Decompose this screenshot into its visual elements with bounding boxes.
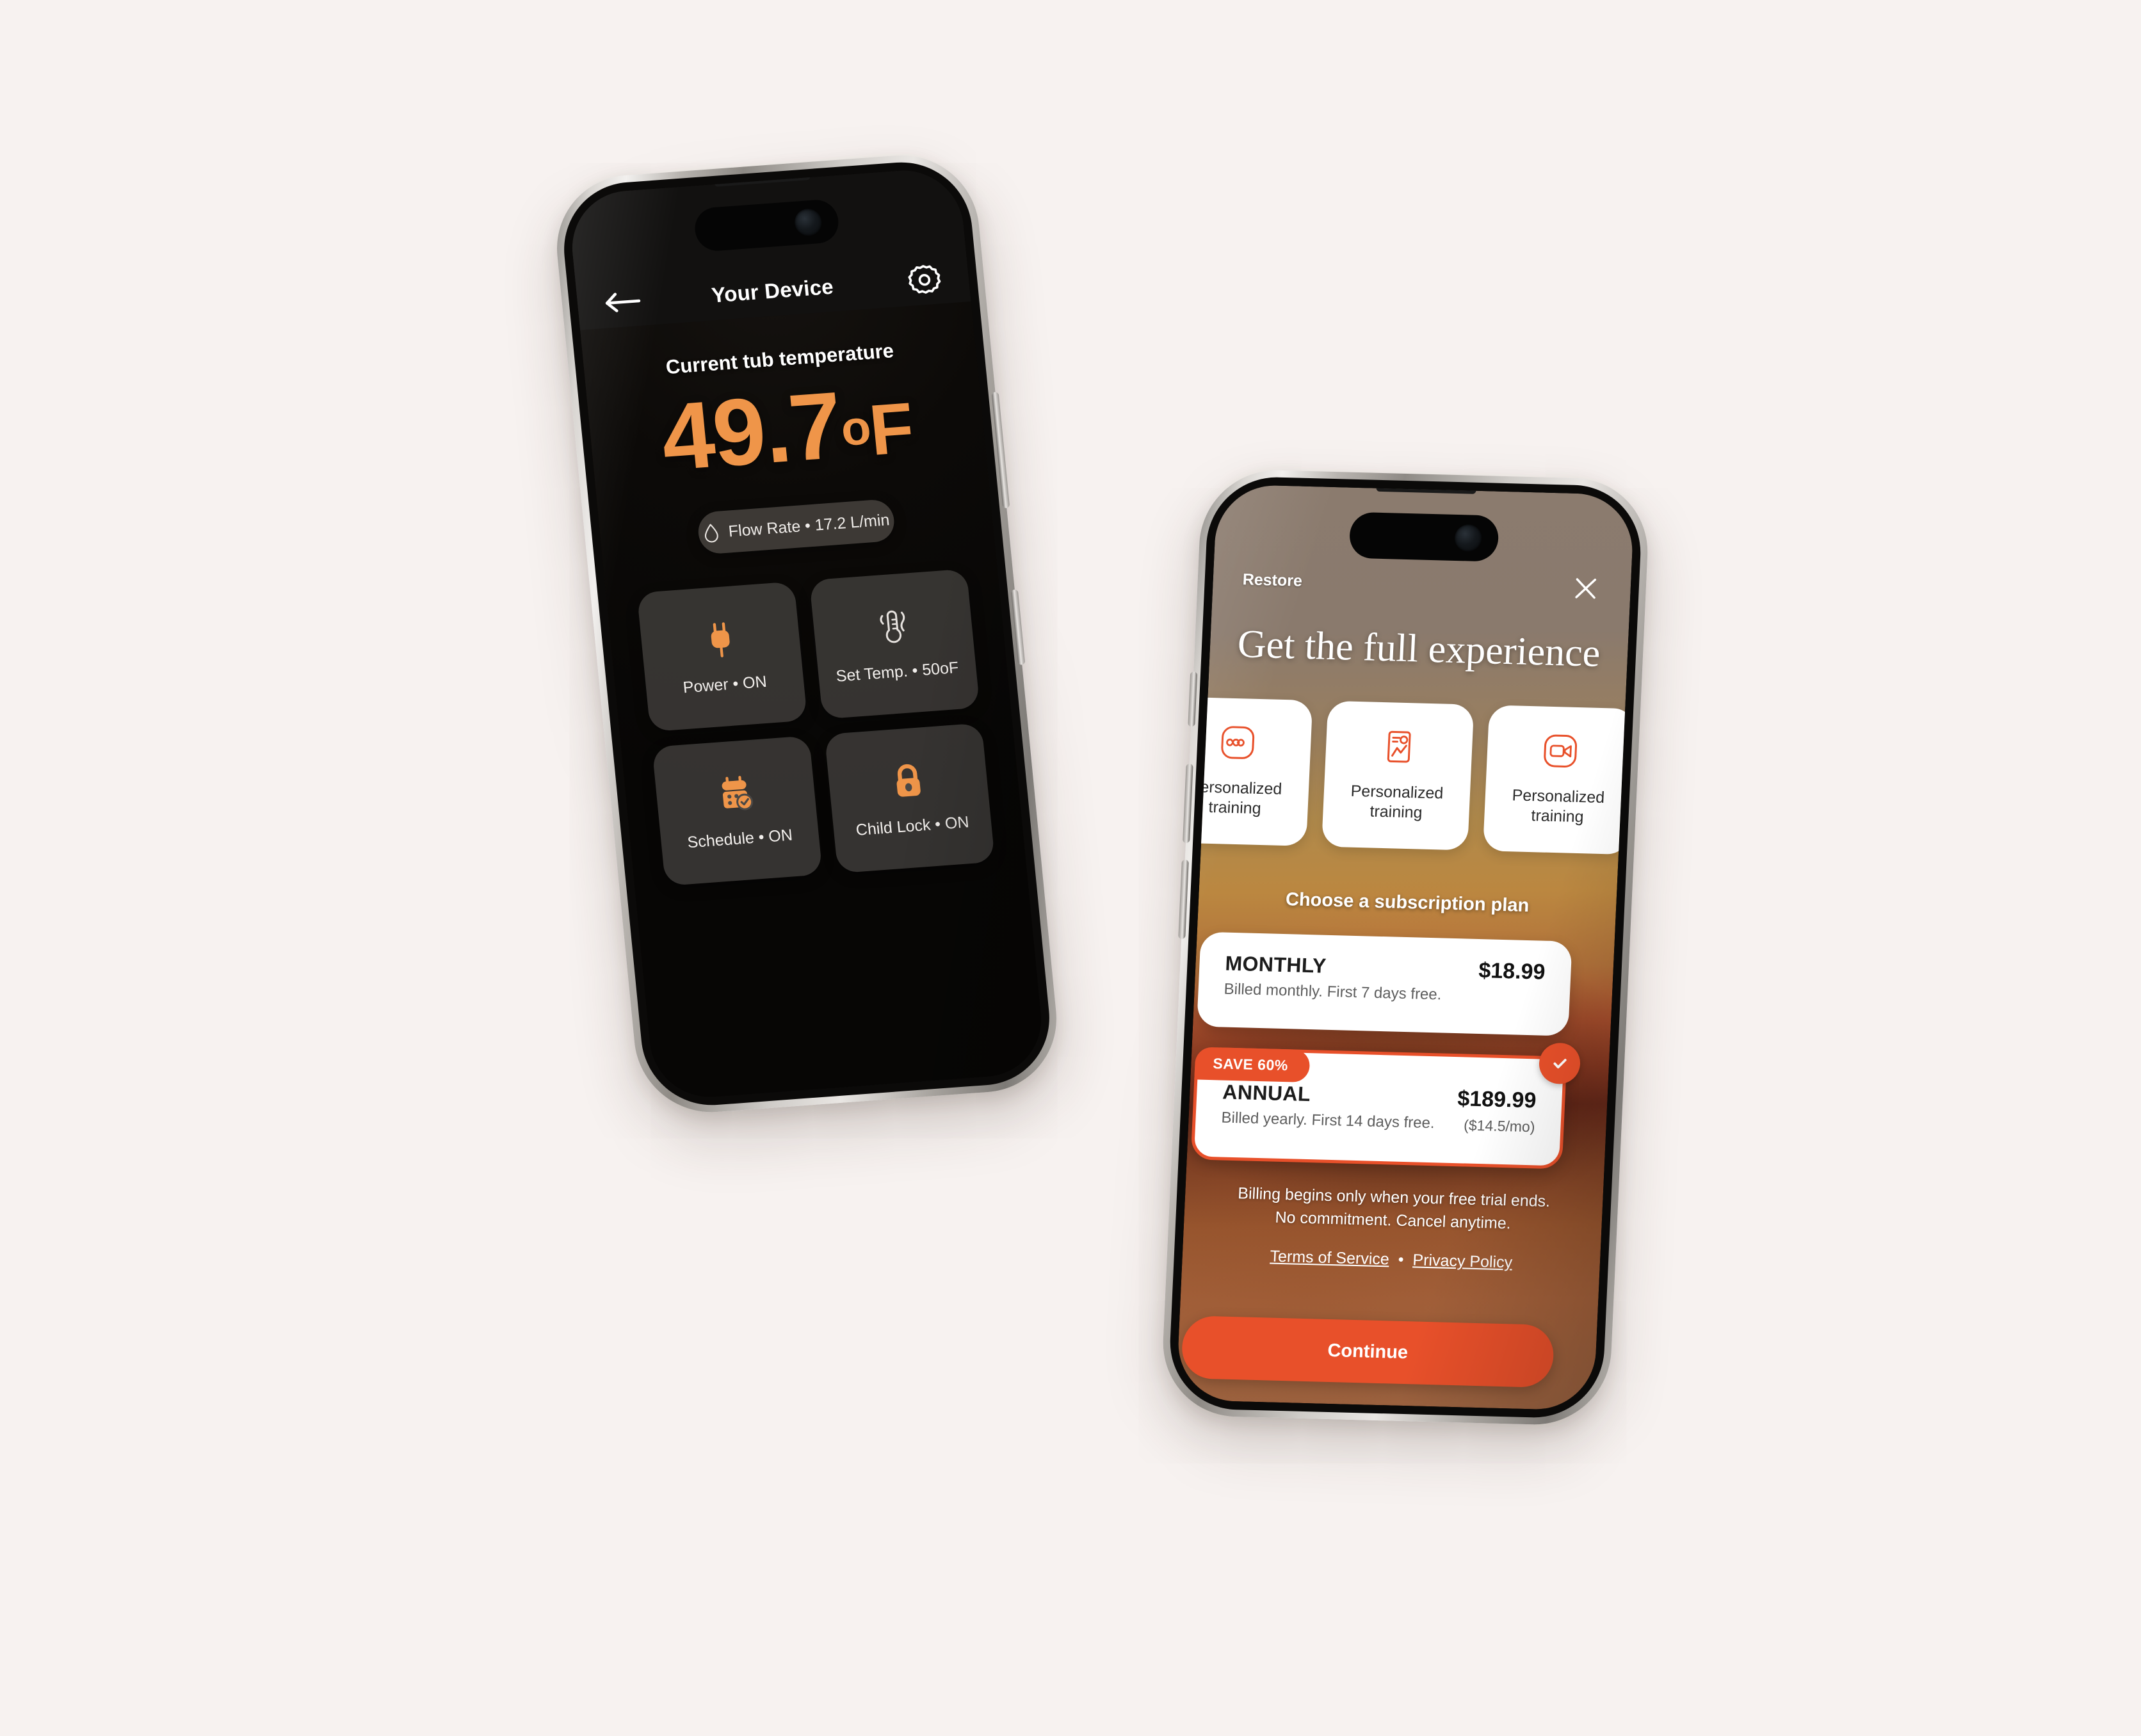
tile-schedule[interactable]: Schedule • ON (652, 735, 823, 887)
tile-label: Child Lock • ON (855, 812, 970, 839)
temperature-unit: F (866, 387, 916, 470)
feature-card[interactable]: Personalized training (1482, 705, 1635, 855)
plan-price: $18.99 (1478, 958, 1546, 985)
tile-set-temp[interactable]: Set Temp. • 50oF (809, 568, 980, 719)
phone1-front-camera-icon (793, 207, 823, 237)
feature-card[interactable]: Personalized training (1321, 700, 1474, 851)
thermometer-icon (871, 605, 915, 647)
calendar-check-icon (714, 772, 757, 814)
plan-name: MONTHLY (1224, 951, 1327, 977)
infinity-icon (1219, 724, 1257, 760)
mockup-stage: Your Device Current tub temperature 49.7… (0, 0, 2141, 1736)
continue-button[interactable]: Continue (1181, 1315, 1555, 1388)
feature-card-carousel[interactable]: Personalized training Personalized train… (1176, 696, 1635, 855)
temperature-value: 49.7 (656, 372, 846, 491)
plan-subtitle: Billed monthly. First 7 days free. (1224, 980, 1442, 1004)
close-icon[interactable] (1570, 573, 1602, 604)
plan-option-annual[interactable]: SAVE 60% ANNUAL Billed yearly. First 14 … (1190, 1042, 1581, 1169)
tile-label: Schedule • ON (686, 825, 794, 851)
tile-child-lock[interactable]: Child Lock • ON (824, 723, 996, 874)
device-control-grid: Power • ON Set Temp. • 50oF Schedule • O… (636, 568, 996, 887)
phone-paywall: Restore Get the full experience Personal… (1159, 468, 1651, 1427)
terms-of-service-link[interactable]: Terms of Service (1270, 1248, 1389, 1269)
phone1-content: Current tub temperature 49.7oF Flow Rate… (580, 301, 1047, 1101)
page-title: Your Device (710, 274, 835, 307)
feature-card-label: Personalized training (1350, 782, 1444, 822)
tile-label: Power • ON (682, 672, 768, 696)
flow-rate-pill[interactable]: Flow Rate • 17.2 L/min (696, 498, 896, 555)
flow-rate-text: Flow Rate • 17.2 L/min (727, 510, 891, 541)
phone2-dynamic-island (1348, 511, 1499, 562)
tile-label: Set Temp. • 50oF (835, 658, 960, 686)
feature-card-label: Personalized training (1512, 786, 1605, 826)
padlock-icon (886, 759, 930, 801)
video-camera-icon (1542, 732, 1579, 769)
link-separator: • (1398, 1250, 1405, 1269)
privacy-policy-link[interactable]: Privacy Policy (1412, 1251, 1513, 1271)
restore-button[interactable]: Restore (1242, 570, 1302, 590)
plan-price: $189.99 (1457, 1086, 1537, 1113)
gear-icon[interactable] (905, 261, 943, 298)
save-badge: SAVE 60% (1194, 1047, 1311, 1083)
power-plug-icon (699, 618, 742, 660)
tile-power[interactable]: Power • ON (636, 581, 808, 732)
plan-subtitle: Billed yearly. First 14 days free. (1221, 1109, 1435, 1132)
phone2-front-camera-icon (1454, 524, 1483, 552)
plan-per-month: ($14.5/mo) (1463, 1116, 1536, 1136)
back-arrow-icon[interactable] (603, 284, 646, 319)
phone2-screen: Restore Get the full experience Personal… (1176, 484, 1635, 1411)
phone-device-control: Your Device Current tub temperature 49.7… (550, 150, 1063, 1118)
plan-option-monthly[interactable]: MONTHLY Billed monthly. First 7 days fre… (1197, 931, 1572, 1036)
document-chart-icon (1380, 728, 1418, 765)
plan-name: ANNUAL (1222, 1080, 1311, 1106)
temperature-readout: 49.7oF (586, 367, 987, 491)
water-drop-icon (702, 522, 720, 544)
